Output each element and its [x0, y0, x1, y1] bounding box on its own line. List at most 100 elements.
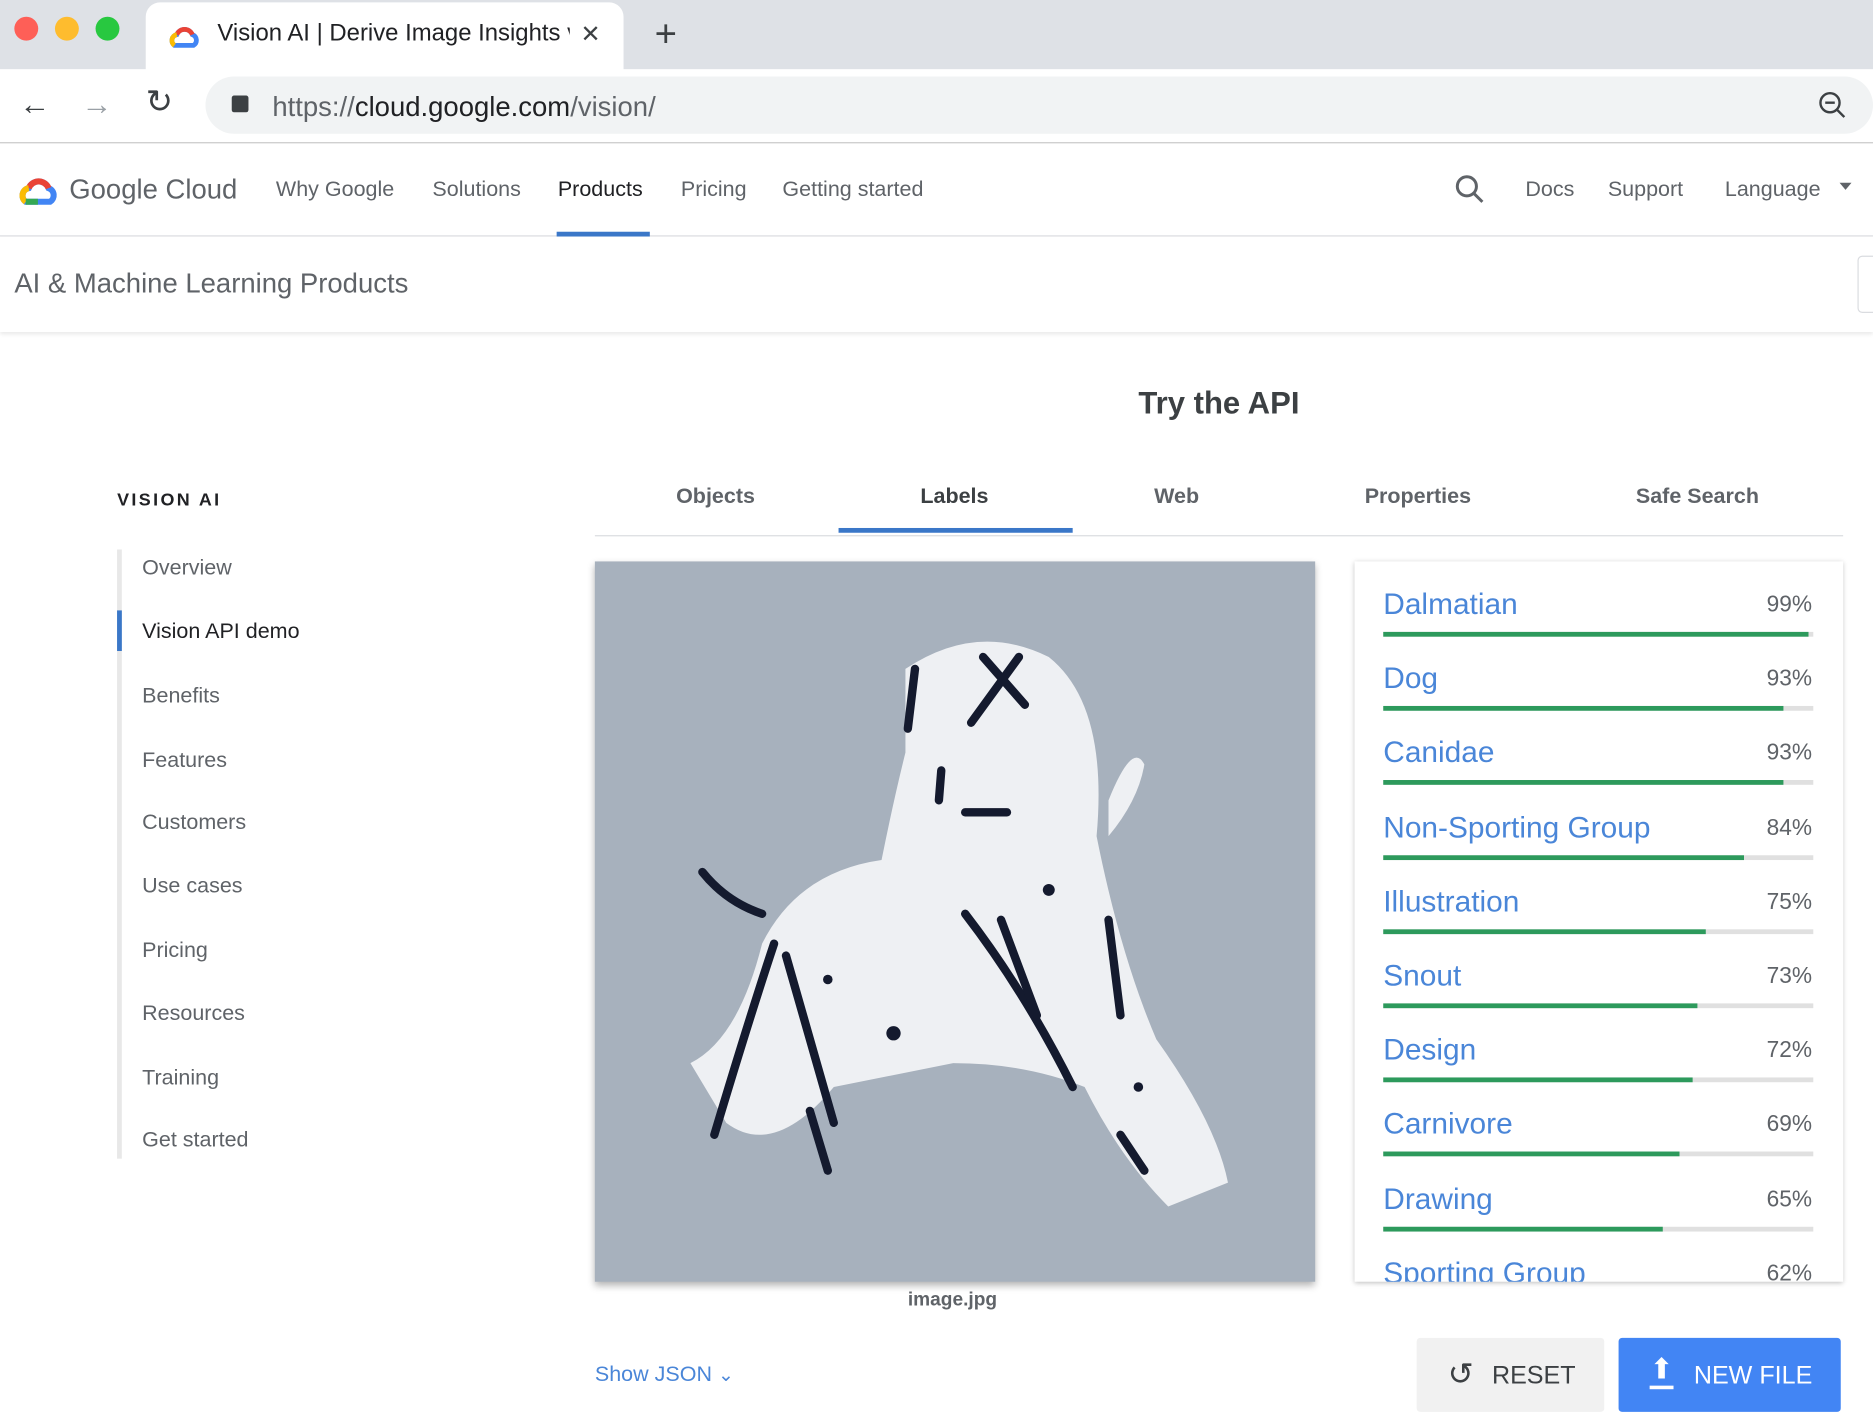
- label-row: Sporting Group 62%: [1355, 1256, 1844, 1281]
- nav-support[interactable]: Support: [1608, 177, 1683, 202]
- label-name[interactable]: Carnivore: [1383, 1108, 1512, 1143]
- tab-objects[interactable]: Objects: [608, 484, 823, 509]
- forward-arrow-icon[interactable]: →: [81, 86, 112, 123]
- new-file-button[interactable]: ⬆ NEW FILE: [1618, 1337, 1841, 1412]
- browser-tab-bar: Vision AI | Derive Image Insights via ML…: [0, 0, 1873, 75]
- label-score: 99%: [1766, 592, 1813, 618]
- tab-safe-search[interactable]: Safe Search: [1590, 484, 1805, 509]
- chevron-down-icon: ⌄: [717, 1365, 734, 1386]
- sidebar-item-resources[interactable]: Resources: [142, 1001, 245, 1026]
- label-name[interactable]: Dog: [1383, 662, 1438, 697]
- sidebar-item-overview[interactable]: Overview: [142, 555, 232, 580]
- label-score: 75%: [1766, 889, 1813, 915]
- browser-tab[interactable]: Vision AI | Derive Image Insights via ML…: [145, 2, 624, 75]
- reset-button[interactable]: ↺ RESET: [1416, 1337, 1605, 1412]
- address-bar[interactable]: https://cloud.google.com/vision/: [205, 76, 1873, 134]
- label-score-fill: [1383, 1226, 1663, 1232]
- label-name[interactable]: Design: [1383, 1033, 1476, 1068]
- label-score: 93%: [1766, 666, 1813, 692]
- browser-toolbar: ← → ↻ https://cloud.google.com/vision/: [0, 69, 1873, 144]
- label-score-bar: [1383, 631, 1814, 637]
- nav-solutions[interactable]: Solutions: [432, 177, 520, 202]
- sidebar-item-pricing[interactable]: Pricing: [142, 938, 208, 963]
- sidebar-item-get-started[interactable]: Get started: [142, 1128, 248, 1153]
- tabs-divider: [594, 535, 1844, 537]
- caret-down-icon: [1839, 182, 1852, 190]
- label-score: 69%: [1766, 1112, 1813, 1138]
- label-row: Snout 73%: [1355, 959, 1844, 1033]
- minimize-window-button[interactable]: [54, 16, 79, 41]
- lock-icon: [231, 95, 249, 113]
- label-score-fill: [1383, 1003, 1698, 1009]
- show-json-toggle[interactable]: Show JSON ⌄: [595, 1362, 734, 1387]
- sidebar-item-customers[interactable]: Customers: [142, 810, 246, 835]
- label-row: Design 72%: [1355, 1033, 1844, 1107]
- new-tab-button[interactable]: +: [655, 12, 677, 56]
- label-row: Non-Sporting Group 84%: [1355, 811, 1844, 885]
- label-score-fill: [1383, 929, 1706, 934]
- label-score-fill: [1383, 780, 1784, 786]
- image-filename: image.jpg: [907, 1290, 998, 1311]
- nav-getting-started[interactable]: Getting started: [782, 177, 923, 202]
- label-score: 72%: [1766, 1038, 1813, 1064]
- google-cloud-favicon-icon: [169, 27, 199, 48]
- label-name[interactable]: Non-Sporting Group: [1383, 811, 1650, 846]
- label-row: Canidae 93%: [1355, 736, 1844, 810]
- label-name[interactable]: Illustration: [1383, 885, 1519, 920]
- label-row: Carnivore 69%: [1355, 1108, 1844, 1182]
- reload-icon[interactable]: ↻: [146, 84, 173, 121]
- label-row: Illustration 75%: [1355, 885, 1844, 959]
- sidebar-item-use-cases[interactable]: Use cases: [142, 873, 242, 898]
- url-text: https://cloud.google.com/vision/: [272, 90, 656, 122]
- language-dropdown[interactable]: Language: [1725, 177, 1821, 202]
- label-score-bar: [1383, 706, 1814, 711]
- label-score-bar: [1383, 1077, 1814, 1083]
- close-tab-icon[interactable]: ✕: [581, 19, 601, 49]
- label-score-fill: [1383, 1151, 1680, 1157]
- sidebar-item-benefits[interactable]: Benefits: [142, 683, 220, 708]
- label-name[interactable]: Canidae: [1383, 736, 1494, 771]
- label-name[interactable]: Snout: [1383, 959, 1461, 994]
- sub-header: AI & Machine Learning Products: [0, 237, 1873, 333]
- labels-panel[interactable]: Dalmatian 99% Dog 93% Canidae 93% Non-Sp…: [1354, 561, 1844, 1282]
- label-score-fill: [1383, 1077, 1693, 1083]
- tab-labels[interactable]: Labels: [847, 484, 1062, 509]
- google-cloud-logo[interactable]: Google Cloud: [69, 173, 237, 205]
- label-name[interactable]: Sporting Group: [1383, 1256, 1586, 1281]
- site-nav: Google Cloud Why Google Solutions Produc…: [0, 143, 1873, 237]
- sidebar-item-features[interactable]: Features: [142, 748, 227, 773]
- label-name[interactable]: Drawing: [1383, 1182, 1493, 1217]
- label-score: 73%: [1766, 963, 1813, 990]
- close-window-button[interactable]: [14, 16, 39, 41]
- nav-products[interactable]: Products: [558, 177, 643, 202]
- console-button[interactable]: [1857, 255, 1873, 313]
- label-row: Dog 93%: [1355, 662, 1844, 736]
- nav-why-google[interactable]: Why Google: [276, 177, 394, 202]
- google-cloud-logo-icon: [19, 178, 57, 205]
- nav-pricing[interactable]: Pricing: [681, 177, 747, 202]
- back-arrow-icon[interactable]: ←: [19, 86, 50, 123]
- label-score-fill: [1383, 854, 1745, 860]
- label-score: 62%: [1766, 1261, 1813, 1282]
- label-score-bar: [1383, 854, 1814, 860]
- tab-web[interactable]: Web: [1069, 484, 1284, 509]
- tab-title: Vision AI | Derive Image Insights via ML: [217, 20, 569, 47]
- upload-icon: ⬆: [1649, 1354, 1674, 1390]
- section-title[interactable]: AI & Machine Learning Products: [14, 268, 408, 300]
- label-score: 65%: [1766, 1186, 1813, 1212]
- label-score-bar: [1383, 780, 1814, 786]
- tab-properties[interactable]: Properties: [1310, 484, 1525, 509]
- reset-icon: ↺: [1447, 1355, 1474, 1392]
- sidebar-item-training[interactable]: Training: [142, 1066, 219, 1091]
- nav-docs[interactable]: Docs: [1525, 177, 1574, 202]
- dalmatian-drawing-image: [690, 641, 1228, 1207]
- sidebar-item-vision-api-demo[interactable]: Vision API demo: [142, 619, 299, 644]
- zoom-icon[interactable]: [1818, 91, 1847, 120]
- label-score-bar: [1383, 929, 1814, 934]
- search-icon[interactable]: [1455, 174, 1486, 205]
- label-row: Drawing 65%: [1355, 1182, 1844, 1256]
- label-name[interactable]: Dalmatian: [1383, 588, 1517, 623]
- maximize-window-button[interactable]: [95, 16, 120, 41]
- label-score-fill: [1383, 706, 1784, 711]
- active-tab-indicator: [838, 527, 1073, 533]
